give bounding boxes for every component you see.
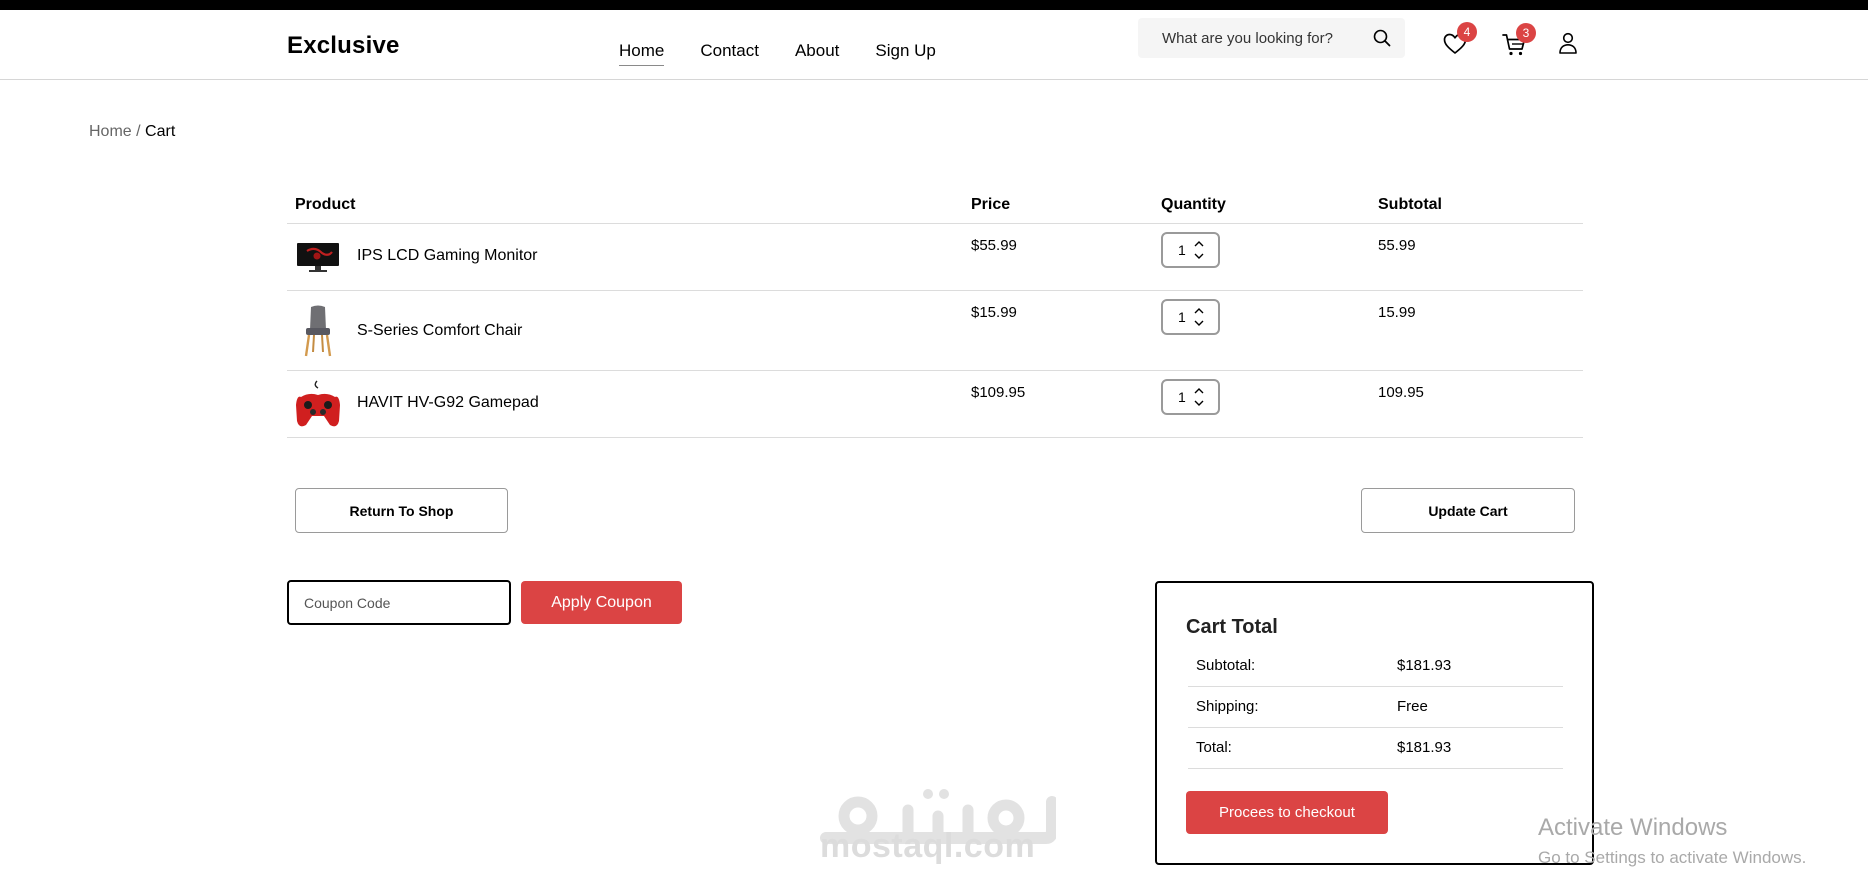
- mostaql-watermark-text: mostaql.com: [820, 827, 1036, 865]
- nav-about[interactable]: About: [795, 41, 839, 66]
- search-box: [1138, 18, 1405, 58]
- main-nav: Home Contact About Sign Up: [619, 41, 972, 66]
- table-header: Product Price Quantity Subtotal: [287, 190, 1583, 224]
- breadcrumb-home[interactable]: Home: [89, 123, 132, 140]
- site-logo[interactable]: Exclusive: [287, 32, 400, 60]
- stepper-arrows-icon[interactable]: [1193, 385, 1205, 409]
- product-subtotal: 109.95: [1378, 384, 1424, 401]
- subtotal-row: Subtotal: $181.93: [1188, 646, 1563, 687]
- product-price: $55.99: [971, 237, 1017, 254]
- column-price: Price: [971, 196, 1011, 213]
- subtotal-label: Subtotal:: [1196, 657, 1256, 674]
- search-input[interactable]: [1162, 18, 1367, 58]
- product-name[interactable]: S-Series Comfort Chair: [357, 322, 522, 340]
- product-image-gamepad: [296, 380, 340, 427]
- table-row: IPS LCD Gaming Monitor $55.99 1 55.99: [287, 224, 1583, 291]
- site-header: Exclusive Home Contact About Sign Up 4 3: [0, 10, 1868, 80]
- breadcrumb-separator: /: [136, 123, 141, 140]
- apply-coupon-button[interactable]: Apply Coupon: [521, 581, 682, 624]
- column-product: Product: [295, 196, 356, 213]
- shipping-value: Free: [1397, 698, 1428, 715]
- wishlist-badge: 4: [1457, 22, 1477, 42]
- product-price: $15.99: [971, 304, 1017, 321]
- shipping-label: Shipping:: [1196, 698, 1259, 715]
- product-image-monitor: [297, 243, 339, 272]
- table-row: S-Series Comfort Chair $15.99 1 15.99: [287, 291, 1583, 371]
- nav-home[interactable]: Home: [619, 41, 665, 66]
- coupon-code-input[interactable]: [287, 580, 511, 625]
- total-row: Total: $181.93: [1188, 728, 1563, 769]
- quantity-value: 1: [1178, 309, 1186, 325]
- total-label: Total:: [1196, 739, 1232, 756]
- stepper-arrows-icon[interactable]: [1193, 238, 1205, 262]
- column-quantity: Quantity: [1161, 196, 1226, 213]
- shipping-row: Shipping: Free: [1188, 687, 1563, 728]
- quantity-value: 1: [1178, 389, 1186, 405]
- update-cart-button[interactable]: Update Cart: [1361, 488, 1575, 533]
- user-icon[interactable]: [1555, 30, 1581, 56]
- column-subtotal: Subtotal: [1378, 196, 1442, 213]
- activate-windows-hint[interactable]: Go to Settings to activate Windows.: [1538, 848, 1806, 868]
- product-subtotal: 55.99: [1378, 237, 1416, 254]
- subtotal-value: $181.93: [1397, 657, 1452, 674]
- activate-windows-title: Activate Windows: [1538, 814, 1728, 841]
- return-to-shop-button[interactable]: Return To Shop: [295, 488, 508, 533]
- cart-badge: 3: [1516, 23, 1536, 43]
- total-value: $181.93: [1397, 739, 1452, 756]
- stepper-arrows-icon[interactable]: [1193, 305, 1205, 329]
- nav-contact[interactable]: Contact: [700, 41, 759, 66]
- activate-windows-overlay: Activate Windows Go to Settings to activ…: [1538, 814, 1806, 868]
- product-price: $109.95: [971, 384, 1026, 401]
- product-image-chair: [304, 305, 332, 357]
- breadcrumb: Home / Cart: [89, 123, 175, 141]
- top-strip: [0, 0, 1868, 10]
- cart-table: Product Price Quantity Subtotal IPS LCD …: [287, 190, 1583, 438]
- cart-total-panel: Cart Total Subtotal: $181.93 Shipping: F…: [1155, 581, 1594, 865]
- quantity-stepper[interactable]: 1: [1161, 232, 1220, 268]
- product-name[interactable]: HAVIT HV-G92 Gamepad: [357, 394, 539, 412]
- product-name[interactable]: IPS LCD Gaming Monitor: [357, 247, 538, 265]
- cart-total-title: Cart Total: [1186, 616, 1278, 638]
- table-row: HAVIT HV-G92 Gamepad $109.95 1 109.95: [287, 371, 1583, 438]
- search-icon[interactable]: [1372, 28, 1392, 48]
- nav-sign-up[interactable]: Sign Up: [875, 41, 935, 66]
- quantity-value: 1: [1178, 242, 1186, 258]
- product-subtotal: 15.99: [1378, 304, 1416, 321]
- breadcrumb-current: Cart: [145, 123, 176, 140]
- quantity-stepper[interactable]: 1: [1161, 299, 1220, 335]
- quantity-stepper[interactable]: 1: [1161, 379, 1220, 415]
- checkout-button[interactable]: Procees to checkout: [1186, 791, 1388, 834]
